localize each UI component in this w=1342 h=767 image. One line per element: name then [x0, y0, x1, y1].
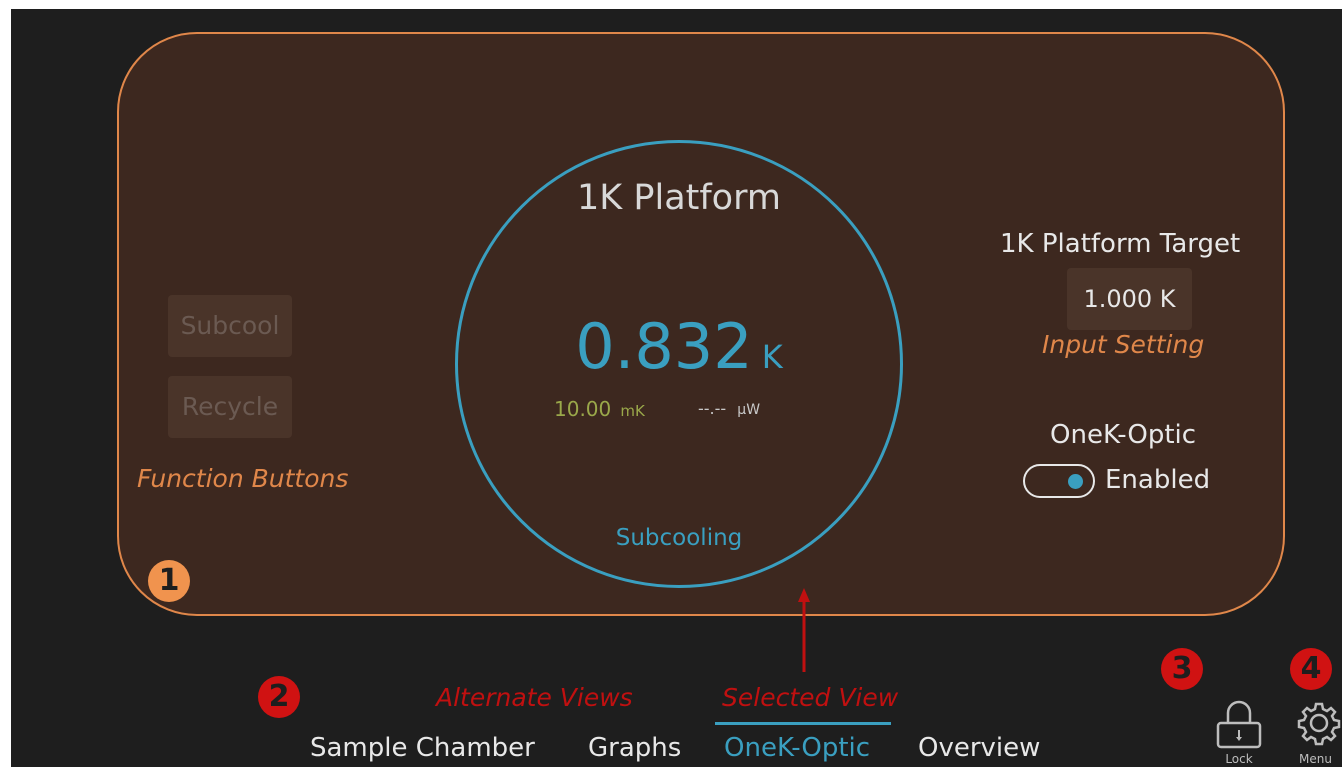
temperature-value: 0.832 — [575, 310, 753, 383]
temperature-unit: K — [761, 338, 783, 376]
gear-icon — [1297, 702, 1341, 746]
alternate-views-annotation: Alternate Views — [436, 683, 633, 712]
subcool-button[interactable]: Subcool — [168, 295, 292, 357]
power-unit: μW — [737, 402, 761, 418]
badge-4: 4 — [1290, 648, 1332, 690]
optic-toggle-state: Enabled — [1105, 465, 1211, 495]
target-label: 1K Platform Target — [1000, 229, 1241, 259]
menu-button[interactable]: Menu — [1291, 697, 1342, 767]
selected-view-annotation: Selected View — [722, 683, 899, 712]
optic-toggle[interactable] — [1023, 464, 1095, 498]
tab-onek-optic[interactable]: OneK-Optic — [724, 733, 870, 763]
menu-label: Menu — [1299, 752, 1332, 766]
badge-2: 2 — [258, 676, 300, 718]
badge-3: 3 — [1161, 648, 1203, 690]
lock-label: Lock — [1225, 752, 1253, 766]
tab-graphs[interactable]: Graphs — [588, 733, 681, 763]
power-readout: --.-- μW — [698, 399, 760, 418]
recycle-button[interactable]: Recycle — [168, 376, 292, 438]
tab-sample-chamber[interactable]: Sample Chamber — [310, 733, 535, 763]
platform-title: 1K Platform — [577, 178, 781, 218]
target-input[interactable]: 1.000 K — [1067, 268, 1192, 330]
selected-view-arrow — [798, 588, 810, 672]
status-text: Subcooling — [615, 525, 743, 551]
temperature-readout: 0.832 K — [455, 310, 903, 383]
badge-1: 1 — [148, 560, 190, 602]
stability-readout: 10.00 mK — [554, 397, 645, 421]
function-buttons-annotation: Function Buttons — [137, 464, 349, 493]
optic-label: OneK-Optic — [1050, 420, 1197, 450]
stability-unit: mK — [620, 402, 645, 420]
tab-overview[interactable]: Overview — [918, 733, 1040, 763]
lock-button[interactable]: Lock — [1208, 697, 1270, 767]
stability-value: 10.00 — [554, 397, 612, 421]
power-value: --.-- — [698, 399, 727, 418]
input-setting-annotation: Input Setting — [1042, 330, 1205, 359]
lock-icon — [1216, 700, 1262, 749]
toggle-knob — [1068, 474, 1083, 489]
left-border — [0, 0, 11, 767]
selected-tab-underline — [715, 722, 891, 725]
top-border — [0, 0, 1342, 9]
